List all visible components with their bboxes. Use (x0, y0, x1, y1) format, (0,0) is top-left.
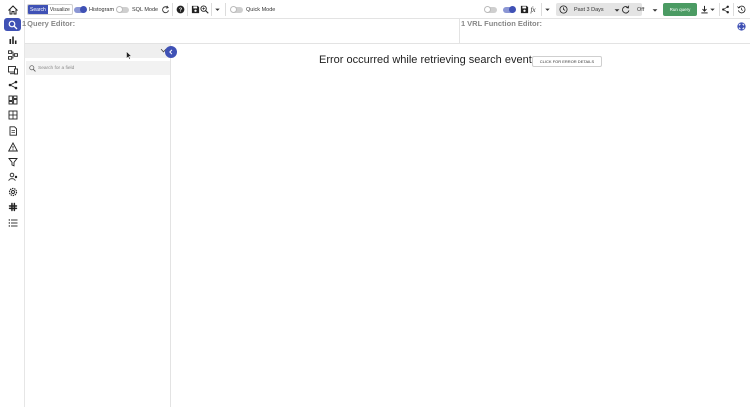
histogram-toggle[interactable]: Histogram (74, 3, 114, 16)
run-query-button[interactable]: Run query (663, 3, 697, 16)
histogram-label: Histogram (89, 6, 115, 13)
left-navigation (0, 0, 25, 407)
search-visualize-toggle: Search Visualize (27, 4, 73, 15)
time-dropdown-icon (613, 6, 621, 14)
stream-selector[interactable] (25, 44, 170, 58)
error-message: Error occurred while retrieving search e… (319, 54, 541, 66)
quick-mode-switch[interactable] (230, 5, 243, 13)
expand-editor-icon[interactable] (736, 21, 747, 32)
sql-mode-toggle[interactable]: SQL Mode (116, 3, 159, 16)
time-range-label: Past 3 Days (574, 6, 604, 13)
help-icon[interactable]: ? (175, 4, 186, 15)
chevron-down-icon[interactable] (212, 4, 223, 15)
query-editor-title-text: Query Editor: (27, 19, 76, 28)
clock-icon (559, 5, 568, 14)
svg-text:fx: fx (530, 6, 536, 14)
zoom-search-icon[interactable] (199, 4, 210, 15)
sql-mode-switch[interactable] (116, 5, 129, 13)
home-icon[interactable] (4, 3, 21, 16)
download-dropdown-icon[interactable] (707, 4, 718, 15)
users-icon[interactable] (4, 170, 21, 183)
tab-visualize[interactable]: Visualize (48, 5, 72, 14)
vrl-switch-off[interactable] (484, 5, 497, 13)
error-details-button[interactable]: CLICK FOR ERROR DETAILS (532, 56, 602, 67)
query-editor-title: 1Query Editor: (22, 19, 76, 28)
histogram-switch[interactable] (74, 5, 87, 13)
slack-icon[interactable] (4, 200, 21, 213)
editor-divider[interactable] (459, 19, 460, 44)
sql-mode-label: SQL Mode (132, 6, 159, 13)
alert-icon[interactable] (4, 140, 21, 153)
search-icon[interactable] (4, 18, 21, 31)
quick-mode-toggle[interactable]: Quick Mode (230, 3, 276, 16)
chevron-left-icon (169, 49, 173, 55)
svg-text:?: ? (179, 7, 182, 13)
refresh-value: Off (637, 6, 645, 13)
list-icon[interactable] (4, 216, 21, 229)
mouse-cursor-icon (126, 51, 132, 60)
share-icon[interactable] (720, 4, 731, 15)
query-editor-line-number: 1 (22, 19, 27, 28)
refresh-icon (621, 5, 630, 14)
reset-icon[interactable] (160, 4, 171, 15)
pipeline-icon[interactable] (4, 48, 21, 61)
table-icon[interactable] (4, 108, 21, 121)
vrl-editor-line-number: 1 (461, 19, 466, 28)
vrl-switch-on[interactable] (503, 5, 516, 13)
search-toolbar: Search Visualize Histogram SQL Mode ? Qu… (25, 0, 750, 19)
devices-icon[interactable] (4, 63, 21, 76)
vrl-editor-title: 1 VRL Function Editor: (461, 19, 542, 28)
report-icon[interactable] (4, 124, 21, 137)
share-nodes-icon[interactable] (4, 78, 21, 91)
tab-search[interactable]: Search (28, 5, 48, 14)
collapse-field-list-button[interactable] (165, 46, 177, 58)
function-icon[interactable]: fx (529, 4, 540, 15)
field-search-input[interactable]: Search for a field (26, 61, 170, 75)
history-icon[interactable] (736, 4, 747, 15)
quick-mode-label: Quick Mode (246, 6, 276, 13)
vrl-toggle-off[interactable] (484, 3, 500, 16)
refresh-dropdown-icon (651, 6, 659, 14)
vrl-editor-title-text: VRL Function Editor: (467, 19, 543, 28)
function-dropdown-icon[interactable] (542, 4, 553, 15)
dashboard-icon[interactable] (4, 93, 21, 106)
settings-icon[interactable] (4, 185, 21, 198)
bar-chart-icon[interactable] (4, 33, 21, 46)
field-list-panel: Search for a field (25, 44, 171, 407)
field-search-icon (29, 64, 36, 72)
vrl-toggle-on[interactable] (503, 3, 518, 16)
editor-area: 1Query Editor: 1 VRL Function Editor: (22, 19, 750, 44)
field-search-placeholder: Search for a field (38, 65, 75, 71)
filter-icon[interactable] (4, 155, 21, 168)
